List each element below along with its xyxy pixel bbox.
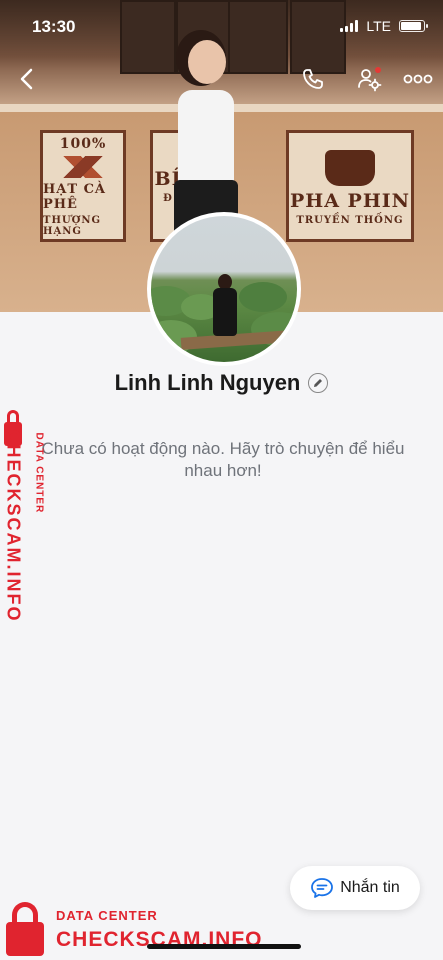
panel-right-line1: PHA PHIN xyxy=(289,190,411,212)
status-indicators: LTE xyxy=(340,18,428,34)
back-button[interactable] xyxy=(10,62,44,96)
profile-settings-button[interactable] xyxy=(352,62,386,96)
panel-left-line2: HẠT CÀ PHÊ xyxy=(43,181,107,212)
status-time: 13:30 xyxy=(32,17,76,36)
panel-left-line1: 100% xyxy=(59,135,107,152)
panel-left-line3: THƯỢNG HẠNG xyxy=(43,214,102,237)
signal-icon xyxy=(340,20,359,32)
watermark-side-sub: DATA CENTER xyxy=(33,432,45,514)
watermark-bottom-sub: DATA CENTER xyxy=(56,908,158,923)
pencil-icon xyxy=(314,379,323,387)
cover-panel-left: 100% HẠT CÀ PHÊ THƯỢNG HẠNG xyxy=(40,130,126,242)
message-button[interactable]: Nhắn tin xyxy=(290,866,420,910)
profile-avatar[interactable] xyxy=(147,212,301,366)
more-dots-icon xyxy=(403,74,433,84)
watermark-side-main: CHECKSCAM.INFO xyxy=(3,429,24,623)
status-bar: 13:30 LTE xyxy=(0,0,443,54)
edit-name-button[interactable] xyxy=(308,373,329,393)
mountain-graphic xyxy=(51,155,115,178)
watermark-side: DATA CENTER CHECKSCAM.INFO xyxy=(2,408,52,628)
network-label: LTE xyxy=(366,18,391,34)
person-top xyxy=(178,90,234,186)
phone-icon xyxy=(303,69,323,89)
lock-icon xyxy=(6,922,44,956)
avatar-person xyxy=(209,274,241,344)
panel-right-line2: TRUYỀN THỐNG xyxy=(296,215,404,226)
message-button-label: Nhắn tin xyxy=(340,879,400,896)
chat-bubble-icon xyxy=(311,878,334,898)
more-button[interactable] xyxy=(398,62,438,96)
call-button[interactable] xyxy=(296,62,330,96)
chevron-left-icon xyxy=(20,68,33,90)
cover-panel-right: PHA PHIN TRUYỀN THỐNG xyxy=(286,130,414,242)
top-nav-bar xyxy=(0,58,443,98)
empty-activity-message: Chưa có hoạt động nào. Hãy trò chuyện để… xyxy=(41,439,405,480)
avatar-photo xyxy=(151,216,297,362)
battery-icon xyxy=(399,20,428,32)
profile-name-row: Linh Linh Nguyen xyxy=(0,370,443,396)
phin-filter-graphic xyxy=(325,150,375,186)
user-gear-icon xyxy=(358,67,382,92)
home-indicator xyxy=(147,944,301,949)
profile-name: Linh Linh Nguyen xyxy=(114,370,301,395)
